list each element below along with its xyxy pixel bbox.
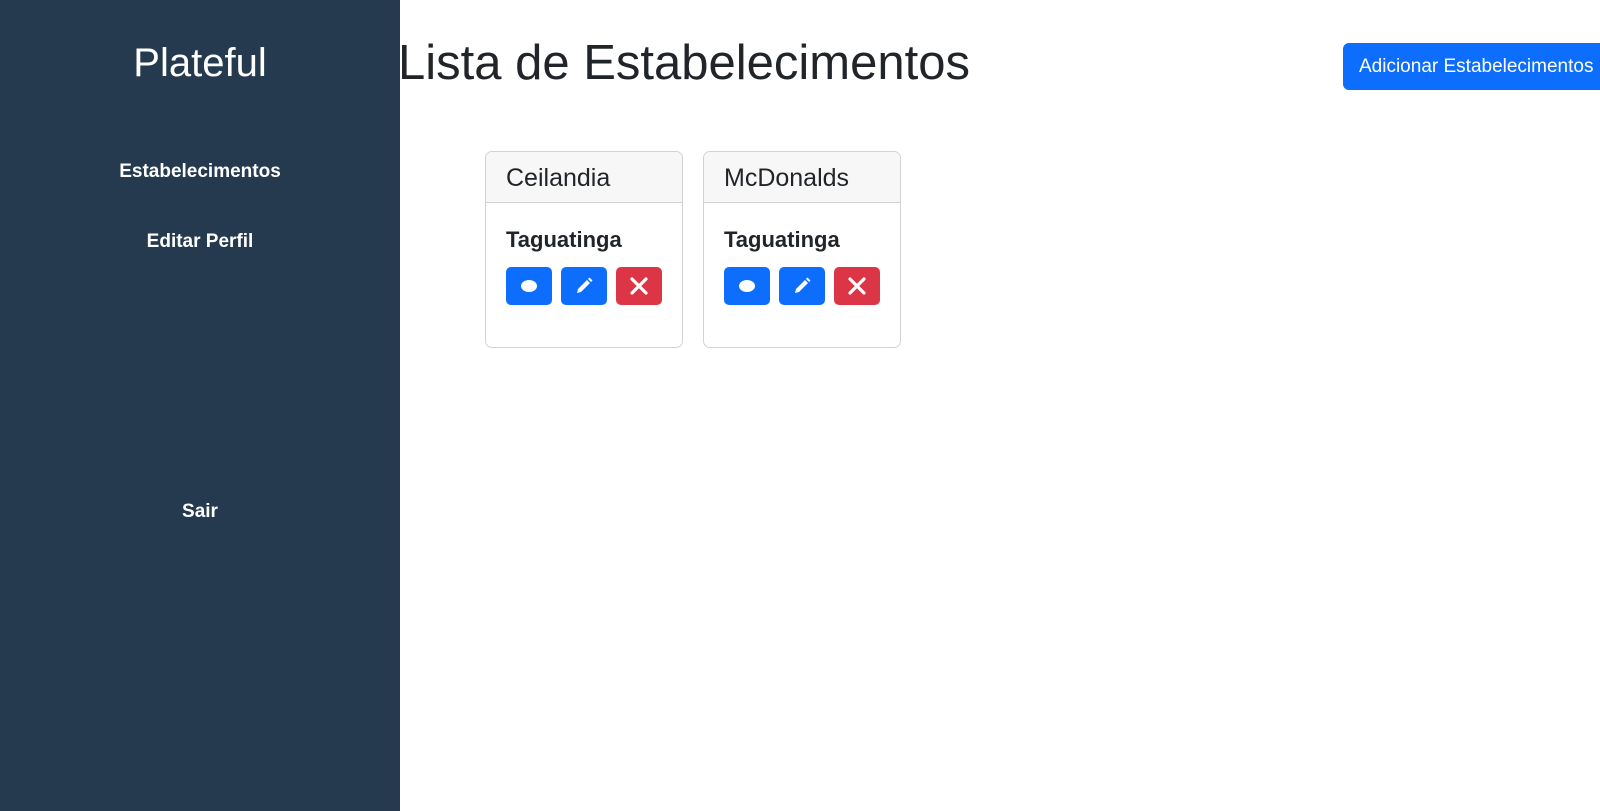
- brand-logo: Plateful: [133, 41, 267, 85]
- card-actions: [506, 267, 662, 305]
- establishment-card: McDonalds Taguatinga: [703, 151, 901, 348]
- close-icon: [629, 276, 649, 296]
- page-title: Lista de Estabelecimentos: [398, 36, 970, 90]
- edit-button[interactable]: [779, 267, 825, 305]
- edit-button[interactable]: [561, 267, 607, 305]
- view-button[interactable]: [506, 267, 552, 305]
- pencil-icon: [574, 276, 594, 296]
- card-body: Taguatinga: [704, 203, 900, 305]
- establishment-name: McDonalds: [704, 152, 900, 203]
- card-actions: [724, 267, 880, 305]
- establishment-location: Taguatinga: [724, 227, 840, 252]
- sidebar-item-editar-perfil[interactable]: Editar Perfil: [0, 229, 400, 255]
- sidebar-item-estabelecimentos[interactable]: Estabelecimentos: [0, 159, 400, 185]
- sidebar: Plateful Estabelecimentos Editar Perfil …: [0, 0, 400, 811]
- view-button[interactable]: [724, 267, 770, 305]
- pencil-icon: [792, 276, 812, 296]
- establishment-card: Ceilandia Taguatinga: [485, 151, 683, 348]
- delete-button[interactable]: [616, 267, 662, 305]
- establishment-location: Taguatinga: [506, 227, 622, 252]
- delete-button[interactable]: [834, 267, 880, 305]
- eye-icon: [738, 279, 756, 293]
- eye-icon: [520, 279, 538, 293]
- logout-link[interactable]: Sair: [0, 499, 400, 525]
- add-establishment-button[interactable]: Adicionar Estabelecimentos: [1343, 43, 1600, 90]
- card-body: Taguatinga: [486, 203, 682, 305]
- establishment-name: Ceilandia: [486, 152, 682, 203]
- close-icon: [847, 276, 867, 296]
